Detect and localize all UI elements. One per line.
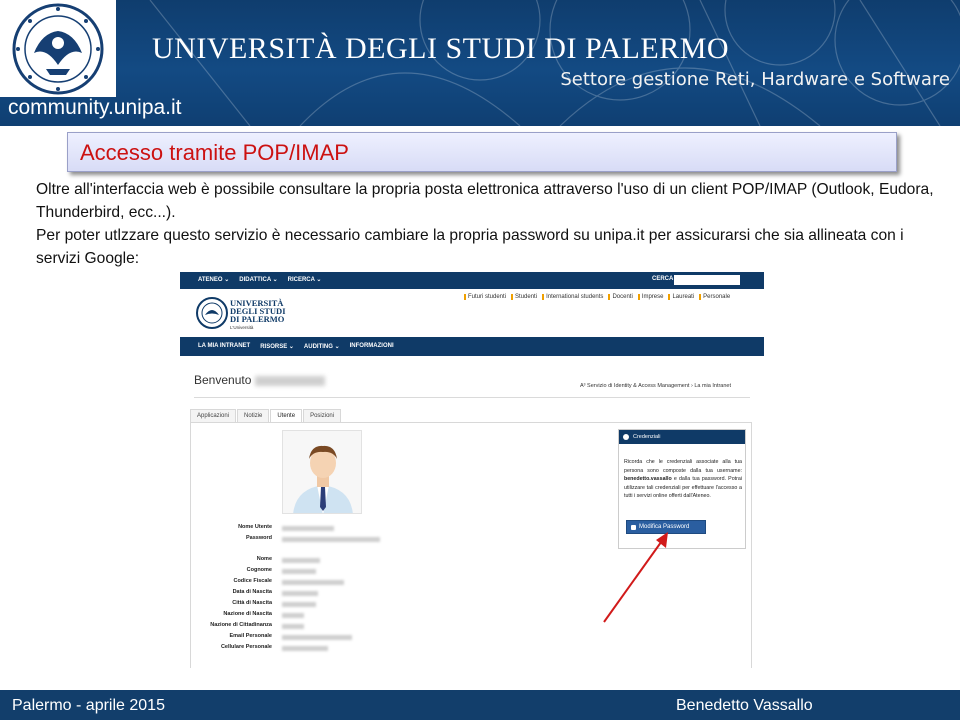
portal-logo-subtitle: L'Università — [230, 325, 254, 330]
user-avatar-icon — [283, 431, 361, 513]
nav-risorse[interactable]: RISORSE ⌄ — [260, 343, 294, 350]
field-row: Nome — [190, 556, 440, 566]
audience-link[interactable]: Imprese — [637, 294, 663, 300]
credentials-username: benedetto.vassallo — [624, 476, 672, 482]
blurred-username — [255, 375, 326, 386]
portal-nav-ricerca[interactable]: RICERCA ⌄ — [288, 276, 322, 283]
red-arrow-annotation — [603, 532, 668, 623]
community-link[interactable]: community.unipa.it — [8, 96, 182, 120]
portal-divider — [194, 397, 750, 398]
university-title: UNIVERSITÀ DEGLI STUDI DI PALERMO — [152, 32, 730, 65]
portal-nav-didattica[interactable]: DIDATTICA ⌄ — [239, 276, 277, 283]
field-row: Città di Nascita — [190, 600, 440, 610]
audience-link[interactable]: Studenti — [511, 294, 537, 300]
tab-applicazioni[interactable]: Applicazioni — [190, 409, 237, 422]
paragraph-password-change: Per poter utlzzare questo servizio è nec… — [36, 227, 904, 267]
audience-link[interactable]: Personale — [699, 294, 730, 300]
audience-link[interactable]: International students — [542, 294, 603, 300]
field-value-blurred — [282, 537, 380, 542]
info-icon — [623, 434, 629, 440]
field-value-blurred — [282, 558, 320, 563]
slide-title-box: Accesso tramite POP/IMAP — [67, 132, 897, 172]
field-label: Nome Utente — [238, 524, 272, 530]
tab-notizie[interactable]: Notizie — [237, 409, 270, 422]
sector-title: Settore gestione Reti, Hardware e Softwa… — [560, 69, 950, 90]
field-row: Codice Fiscale — [190, 578, 440, 588]
avatar — [282, 430, 362, 514]
field-label: Password — [246, 535, 272, 541]
slide-title: Accesso tramite POP/IMAP — [80, 140, 349, 165]
field-value-blurred — [282, 569, 316, 574]
portal-nav-ateneo[interactable]: ATENEO ⌄ — [198, 276, 229, 283]
slide-body: Oltre all'interfaccia web è possibile co… — [36, 178, 936, 270]
portal-main-nav: LA MIA INTRANET RISORSE ⌄ AUDITING ⌄ INF… — [180, 337, 764, 356]
field-row: Cellulare Personale — [190, 644, 440, 654]
university-logo[interactable] — [0, 0, 116, 97]
credentials-header: Credenziali — [619, 430, 745, 444]
field-row: Email Personale — [190, 633, 440, 643]
tab-utente[interactable]: Utente — [270, 409, 303, 422]
field-label: Città di Nascita — [232, 600, 272, 606]
portal-audience-links: Futuri studenti Studenti International s… — [464, 294, 730, 300]
field-row: Data di Nascita — [190, 589, 440, 599]
tab-posizioni[interactable]: Posizioni — [303, 409, 342, 422]
field-label: Cognome — [246, 567, 272, 573]
nav-la-mia-intranet[interactable]: LA MIA INTRANET — [198, 343, 250, 350]
paragraph-pop-imap: Oltre all'interfaccia web è possibile co… — [36, 181, 934, 221]
field-row: Nazione di Nascita — [190, 611, 440, 621]
field-value-blurred — [282, 591, 318, 596]
footer-date: Palermo - aprile 2015 — [12, 697, 165, 714]
audience-link[interactable]: Laureati — [668, 294, 694, 300]
field-label: Cellulare Personale — [220, 644, 272, 650]
field-value-blurred — [282, 580, 344, 585]
portal-search-label: CERCA — [652, 276, 674, 282]
portal-top-nav: ATENEO ⌄ DIDATTICA ⌄ RICERCA ⌄ — [198, 276, 321, 283]
field-row: Cognome — [190, 567, 440, 577]
university-seal-icon — [12, 3, 104, 94]
credentials-title: Credenziali — [633, 434, 661, 440]
audience-link[interactable]: Futuri studenti — [464, 294, 506, 300]
field-label: Email Personale — [229, 633, 273, 639]
field-value-blurred — [282, 635, 352, 640]
field-row: Nazione di Cittadinanza — [190, 622, 440, 632]
nav-auditing[interactable]: AUDITING ⌄ — [304, 343, 340, 350]
portal-welcome: Benvenuto — [194, 373, 326, 387]
field-value-blurred — [282, 613, 304, 618]
field-label: Nazione di Nascita — [223, 611, 272, 617]
portal-logo-text: UNIVERSITÀ DEGLI STUDI DI PALERMO — [230, 298, 286, 324]
field-label: Nazione di Cittadinanza — [210, 622, 272, 628]
field-label: Nome — [256, 556, 272, 562]
credentials-text: Ricorda che le credenziali associate all… — [624, 459, 742, 499]
slide-header: UNIVERSITÀ DEGLI STUDI DI PALERMO Settor… — [0, 0, 960, 126]
field-value-blurred — [282, 602, 316, 607]
field-value-blurred — [282, 624, 304, 629]
nav-informazioni[interactable]: INFORMAZIONI — [350, 343, 394, 350]
slide-footer: Palermo - aprile 2015 Benedetto Vassallo — [0, 690, 960, 720]
portal-breadcrumb: A³ Servizio di Identity & Access Managem… — [580, 383, 732, 389]
field-row: Password — [190, 535, 440, 545]
portal-logo-seal-icon[interactable] — [196, 297, 228, 329]
field-row: Nome Utente — [190, 524, 440, 534]
field-value-blurred — [282, 646, 328, 651]
field-label: Data di Nascita — [232, 589, 272, 595]
field-value-blurred — [282, 526, 334, 531]
portal-search-input[interactable] — [674, 275, 740, 285]
footer-author: Benedetto Vassallo — [676, 697, 813, 714]
audience-link[interactable]: Docenti — [608, 294, 633, 300]
field-label: Codice Fiscale — [233, 578, 272, 584]
portal-tabs: Applicazioni Notizie Utente Posizioni — [190, 409, 342, 422]
welcome-label: Benvenuto — [194, 373, 252, 387]
